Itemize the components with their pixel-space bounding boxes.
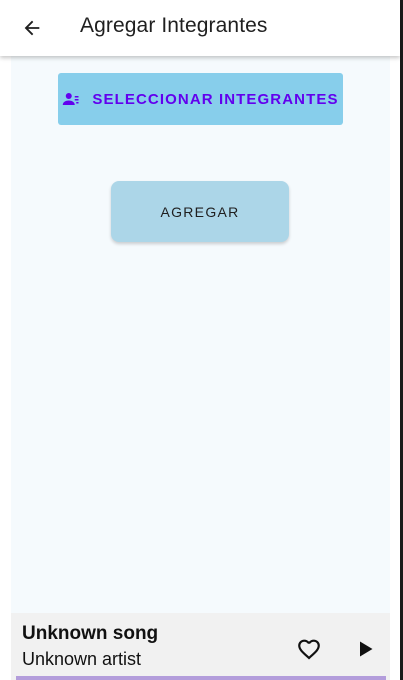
app-bar: Agregar Integrantes: [0, 0, 400, 56]
arrow-back-icon: [24, 20, 40, 36]
add-button[interactable]: AGREGAR: [111, 181, 289, 242]
select-members-label: SELECCIONAR INTEGRANTES: [92, 90, 339, 108]
person-list-icon: [62, 90, 80, 108]
app-screen: Agregar Integrantes SELECCIONAR INTEGRAN…: [0, 0, 403, 680]
song-artist: Unknown artist: [22, 649, 142, 669]
favorite-button[interactable]: [295, 635, 323, 663]
page-title: Agregar Integrantes: [80, 14, 268, 37]
play-icon: [360, 641, 373, 657]
mini-player[interactable]: Unknown song Unknown artist: [11, 613, 390, 680]
song-title: Unknown song: [22, 623, 159, 644]
back-button[interactable]: [14, 10, 50, 46]
progress-bar[interactable]: [16, 676, 386, 680]
play-button[interactable]: [353, 637, 377, 661]
heart-outline-icon: [298, 639, 320, 660]
main-content: SELECCIONAR INTEGRANTES AGREGAR: [11, 56, 390, 613]
add-button-label: AGREGAR: [160, 203, 240, 220]
select-members-button[interactable]: SELECCIONAR INTEGRANTES: [58, 73, 343, 125]
